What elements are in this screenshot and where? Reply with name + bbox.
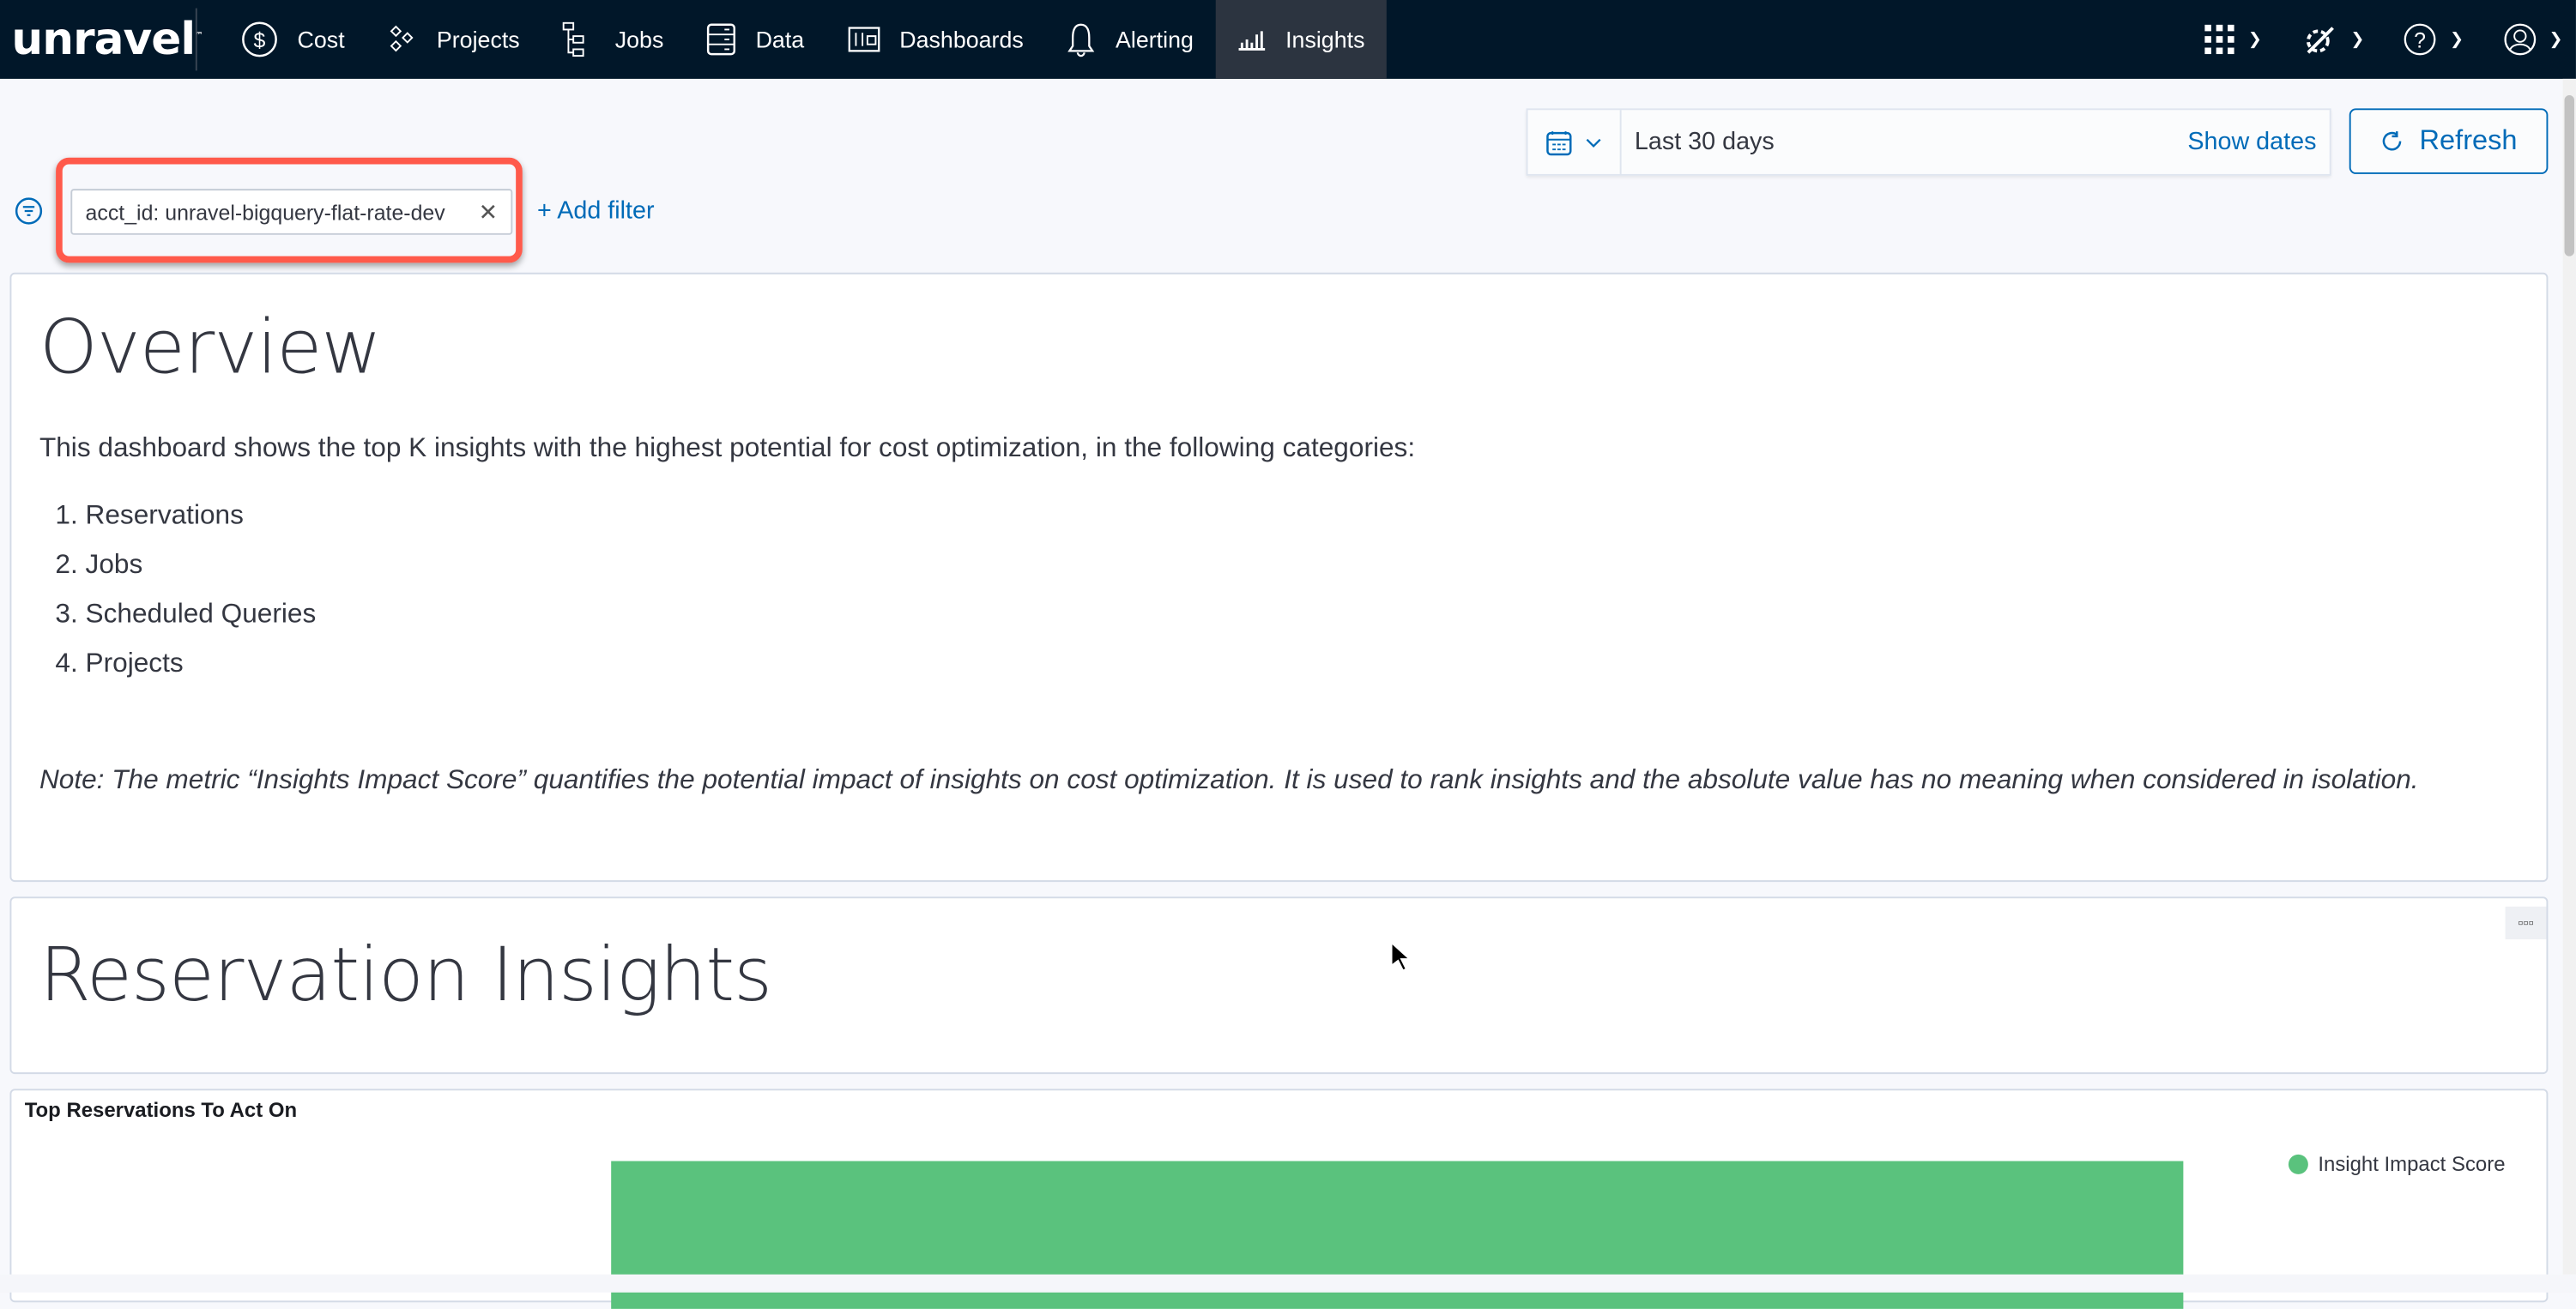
bar-chart-icon [1237, 31, 1265, 51]
refresh-button[interactable]: Refresh [2349, 108, 2549, 174]
projects-icon [390, 25, 414, 52]
top-nav: unravel™ $ Cost Projects Jobs Data Dashb… [0, 0, 2576, 79]
list-item: Jobs [86, 540, 2519, 589]
list-item: Projects [86, 639, 2519, 688]
help-menu[interactable]: ? ❯ [2404, 23, 2464, 56]
filter-icon[interactable] [15, 197, 43, 226]
svg-text:$: $ [254, 29, 266, 53]
show-dates-button[interactable]: Show dates [2187, 128, 2329, 156]
database-icon [706, 23, 735, 56]
nav-item-alerting[interactable]: Alerting [1045, 0, 1215, 79]
nav-label: Data [755, 26, 805, 53]
svg-text:?: ? [2415, 29, 2427, 53]
chart-legend[interactable]: Insight Impact Score [2288, 1152, 2506, 1176]
add-filter-button[interactable]: + Add filter [537, 197, 654, 226]
refresh-label: Refresh [2419, 124, 2518, 156]
refresh-icon [2382, 131, 2401, 151]
jobs-icon [563, 21, 585, 57]
date-picker: Last 30 days Show dates [1526, 108, 2331, 176]
nav-item-insights[interactable]: Insights [1214, 0, 1387, 79]
list-item: Scheduled Queries [86, 589, 2519, 638]
overview-panel: Overview This dashboard shows the top K … [9, 272, 2549, 883]
dollar-circle-icon: $ [242, 21, 277, 57]
chevron-down-icon [1586, 137, 1601, 148]
chart-panel: Top Reservations To Act On Insight Impac… [9, 1089, 2549, 1309]
reservation-title: Reservation Insights [39, 931, 772, 1018]
nav-item-dashboards[interactable]: Dashboards [825, 0, 1045, 79]
nav-label: Cost [297, 26, 345, 53]
settings-menu[interactable]: ❯ [2301, 21, 2364, 57]
filter-pill[interactable]: acct_id: unravel-bigquery-flat-rate-dev … [70, 189, 513, 235]
mouse-cursor-icon [1390, 941, 1410, 971]
legend-dot [2288, 1154, 2308, 1174]
nav-label: Projects [436, 26, 520, 53]
filter-pill-label: acct_id: unravel-bigquery-flat-rate-dev [85, 199, 445, 225]
category-list: Reservations Jobs Scheduled Queries Proj… [39, 491, 2519, 688]
apps-menu[interactable]: ❯ [2205, 24, 2262, 55]
help-icon: ? [2404, 23, 2436, 56]
overview-title: Overview [39, 304, 382, 391]
reservation-insights-panel: Reservation Insights ▫▫▫ [9, 896, 2549, 1075]
nav-item-cost[interactable]: $ Cost [221, 0, 366, 79]
chevron-down-icon: ❯ [2549, 30, 2563, 49]
nav-divider [195, 8, 197, 71]
legend-label: Insight Impact Score [2318, 1152, 2506, 1176]
nav-label: Dashboards [899, 26, 1024, 53]
bell-icon [1067, 23, 1095, 57]
nav-item-data[interactable]: Data [685, 0, 825, 79]
list-item: Reservations [86, 491, 2519, 540]
overview-intro: This dashboard shows the top K insights … [39, 433, 1416, 463]
page-footer-strip [0, 1274, 2576, 1293]
scrollbar[interactable] [2562, 78, 2576, 1275]
panel-options-icon[interactable]: ▫▫▫ [2505, 906, 2547, 940]
apps-grid-icon [2205, 24, 2235, 55]
settings-wrench-icon [2306, 27, 2334, 54]
nav-item-jobs[interactable]: Jobs [541, 0, 686, 79]
nav-label: Insights [1285, 26, 1365, 53]
overview-note: Note: The metric “Insights Impact Score”… [39, 765, 2419, 795]
scrollbar-thumb[interactable] [2564, 95, 2575, 256]
nav-label: Jobs [614, 26, 664, 53]
chevron-down-icon: ❯ [2350, 30, 2365, 49]
chevron-down-icon: ❯ [2247, 30, 2262, 49]
chart-title: Top Reservations To Act On [24, 1098, 298, 1122]
calendar-icon [1546, 130, 1572, 155]
close-icon[interactable]: ✕ [479, 198, 498, 226]
dashboard-icon [847, 27, 880, 52]
user-menu[interactable]: ❯ [2503, 23, 2563, 56]
chevron-down-icon: ❯ [2449, 30, 2464, 49]
nav-item-projects[interactable]: Projects [366, 0, 541, 79]
logo-text: unravel [11, 14, 196, 65]
date-range-value[interactable]: Last 30 days [1622, 128, 2188, 156]
nav-label: Alerting [1116, 26, 1194, 53]
unravel-logo[interactable]: unravel™ [0, 14, 203, 65]
user-icon [2503, 23, 2536, 56]
quick-select-button[interactable] [1527, 110, 1622, 174]
